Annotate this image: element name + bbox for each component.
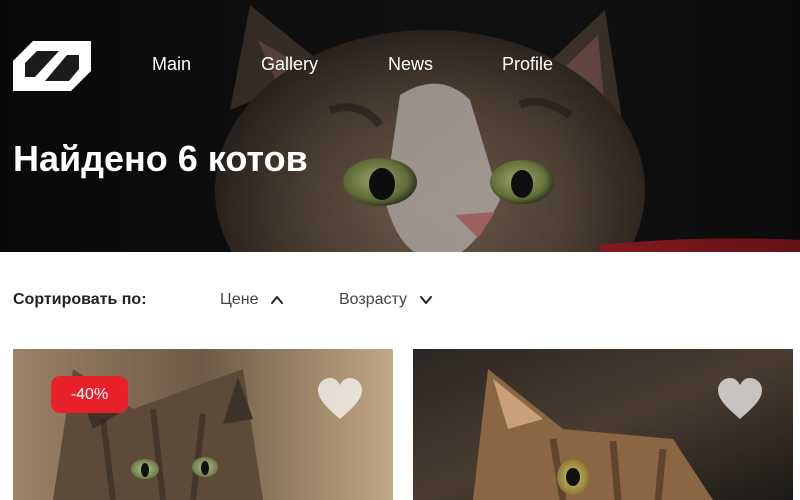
sort-label: Сортировать по: <box>13 291 147 308</box>
sort-by-price-button[interactable]: Цене <box>220 290 284 310</box>
sort-by-age-button[interactable]: Возрасту <box>339 290 433 310</box>
chevron-up-icon <box>271 296 284 304</box>
sort-option-label: Цене <box>220 291 259 308</box>
hero-overlay <box>0 0 800 252</box>
cat-card[interactable]: -40% <box>13 349 393 500</box>
sort-option-label: Возрасту <box>339 291 408 308</box>
cat-card[interactable] <box>413 349 793 500</box>
site-logo[interactable] <box>13 41 91 91</box>
page-title: Найдено 6 котов <box>13 138 308 179</box>
cat-photo <box>13 349 393 500</box>
nav-link-gallery[interactable]: Gallery <box>261 52 318 76</box>
chevron-down-icon <box>420 296 433 304</box>
nav-link-main[interactable]: Main <box>152 52 191 76</box>
discount-badge: -40% <box>51 376 128 413</box>
nav-link-profile[interactable]: Profile <box>502 52 553 76</box>
cat-photo <box>413 349 793 500</box>
nav-link-news[interactable]: News <box>388 52 433 76</box>
heart-icon[interactable] <box>316 377 364 421</box>
hero-header: Main Gallery News Profile Найдено 6 кото… <box>0 0 800 252</box>
heart-icon[interactable] <box>716 377 764 421</box>
